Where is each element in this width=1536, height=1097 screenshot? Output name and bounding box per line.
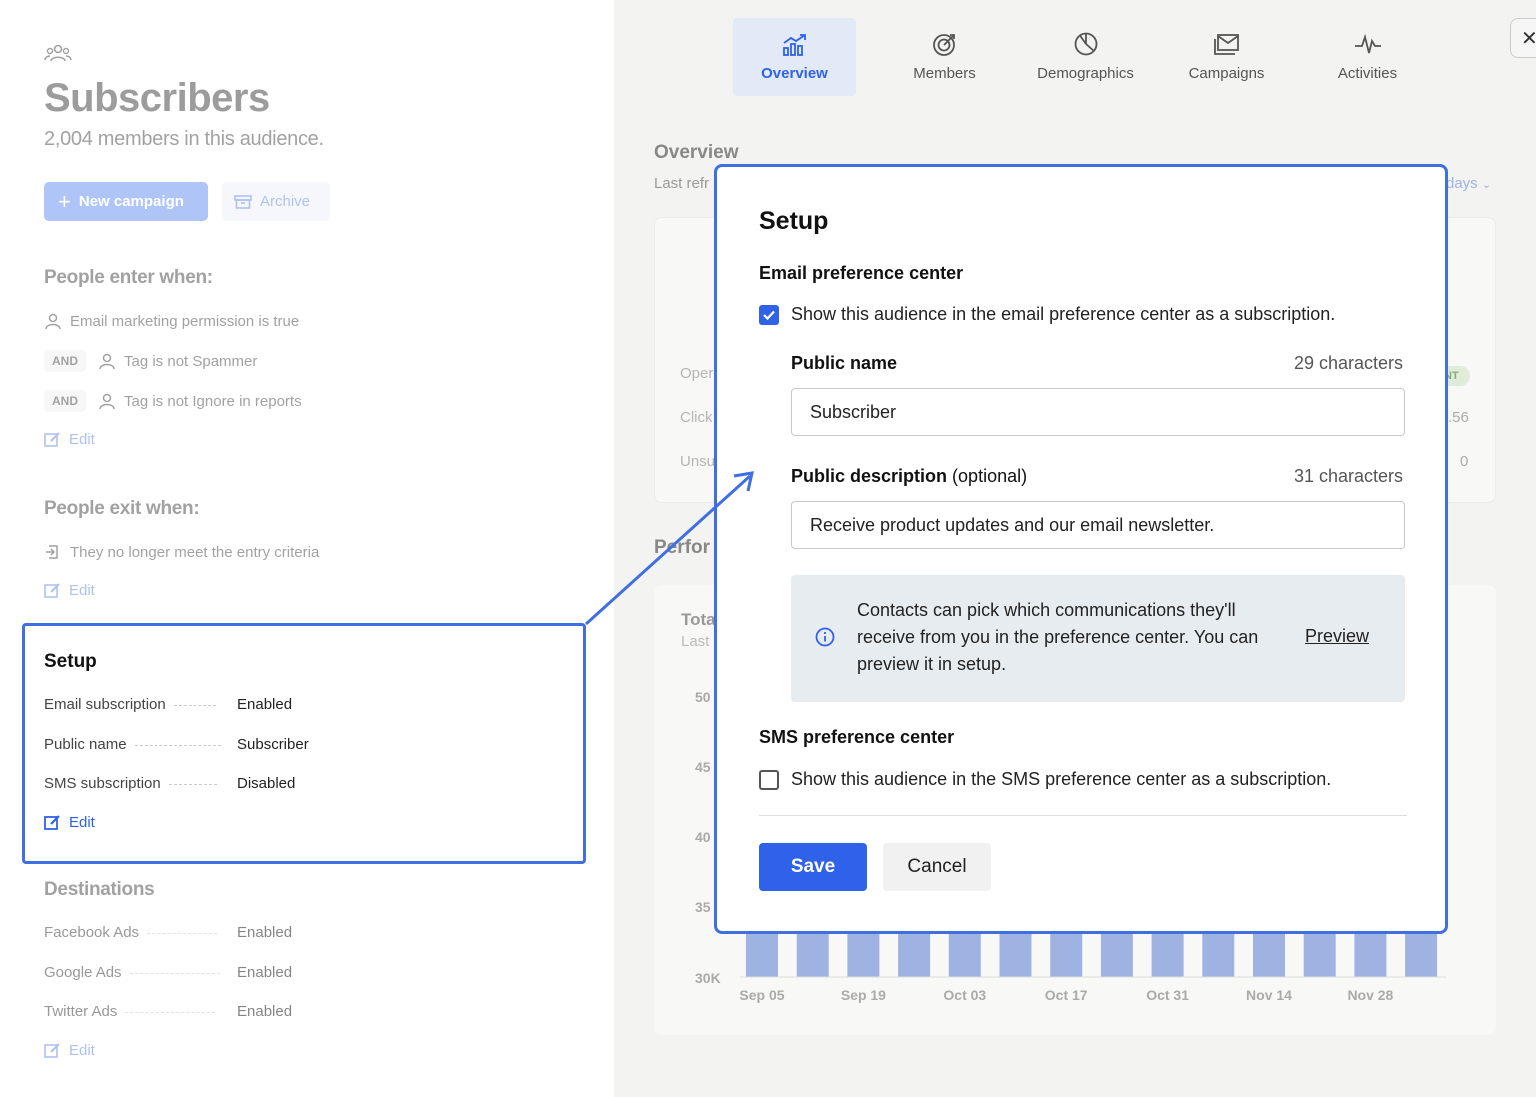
- x-tick-label: Nov 28: [1347, 987, 1393, 1003]
- preview-link[interactable]: Preview: [1305, 626, 1369, 647]
- x-tick-label: Nov 14: [1246, 987, 1292, 1003]
- public-description-char-count: 31 characters: [1293, 466, 1403, 486]
- x-tick-label: Sep 19: [841, 987, 886, 1003]
- chart-bar: [1354, 934, 1387, 977]
- chart-bar: [1202, 934, 1235, 977]
- public-description-label: Public description (optional): [791, 466, 1027, 487]
- info-text: Contacts can pick which communications t…: [857, 600, 1259, 674]
- chart-bar: [1100, 934, 1133, 977]
- chart-bar: [796, 934, 829, 977]
- public-description-input[interactable]: Receive product updates and our email ne…: [791, 501, 1405, 549]
- y-tick-label: 50: [695, 689, 711, 705]
- info-callout: Contacts can pick which communications t…: [791, 575, 1405, 702]
- chart-bar: [1151, 934, 1184, 977]
- x-tick-label: Oct 17: [1045, 987, 1088, 1003]
- sms-section-heading: SMS preference center: [759, 727, 955, 747]
- chart-bar: [1303, 934, 1336, 977]
- divider: [759, 815, 1407, 816]
- public-name-label-text: Public name: [791, 353, 898, 373]
- chart-bar: [1405, 934, 1438, 977]
- checkmark-icon: [763, 310, 775, 320]
- y-tick-label: 30K: [695, 970, 721, 986]
- public-name-input[interactable]: Subscriber: [791, 388, 1405, 436]
- save-button[interactable]: Save: [759, 843, 867, 891]
- sms-preference-checkbox[interactable]: [759, 769, 779, 790]
- y-tick-label: 45: [695, 759, 711, 775]
- chart-bar: [948, 934, 981, 977]
- email-checkbox-label: Show this audience in the email preferen…: [791, 304, 1336, 324]
- email-preference-checkbox[interactable]: [759, 304, 779, 325]
- public-name-label: Public name: [791, 353, 897, 374]
- chart-bar: [746, 934, 778, 977]
- chart-bar: [1050, 934, 1083, 977]
- chart-bar: [898, 934, 931, 977]
- x-tick-label: Oct 31: [1146, 987, 1189, 1003]
- modal-title: Setup: [759, 207, 829, 235]
- public-description-label-text: Public description: [791, 466, 948, 486]
- info-icon: [815, 627, 835, 647]
- chart-bar: [999, 934, 1032, 977]
- optional-tag: (optional): [952, 466, 1028, 486]
- setup-modal: Setup Email preference center Show this …: [714, 164, 1448, 934]
- x-tick-label: Sep 05: [739, 987, 784, 1003]
- y-tick-label: 35: [695, 899, 711, 915]
- email-preference-option: Show this audience in the email preferen…: [759, 304, 1335, 325]
- sms-checkbox-label: Show this audience in the SMS preference…: [791, 769, 1332, 789]
- sms-preference-option: Show this audience in the SMS preference…: [759, 769, 1331, 790]
- y-tick-label: 40: [695, 829, 711, 845]
- cancel-button[interactable]: Cancel: [883, 843, 991, 891]
- x-tick-label: Oct 03: [943, 987, 986, 1003]
- public-name-char-count: 29 characters: [1293, 353, 1403, 373]
- chart-bar: [1253, 934, 1285, 977]
- chart-bar: [847, 934, 880, 977]
- email-section-heading: Email preference center: [759, 263, 964, 283]
